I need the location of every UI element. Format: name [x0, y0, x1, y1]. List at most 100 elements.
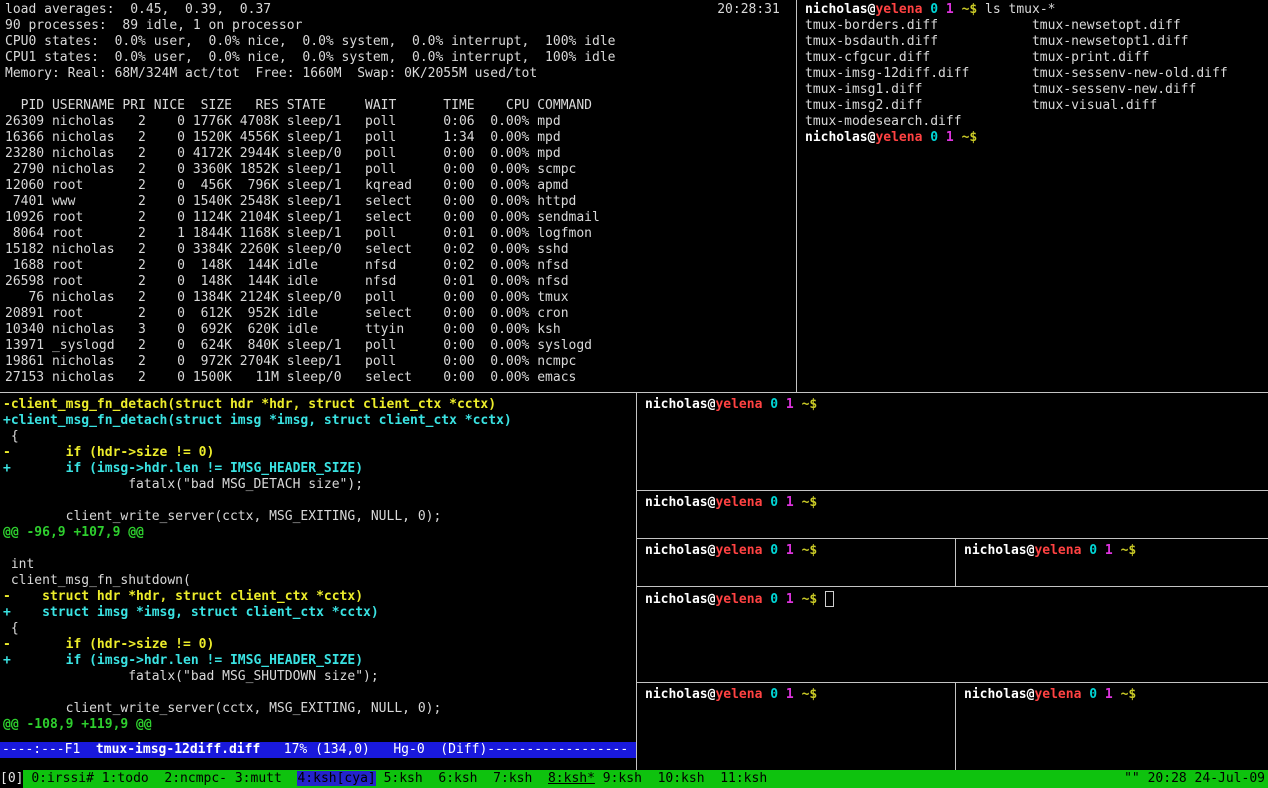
window-tab[interactable]: 10:ksh: [658, 771, 721, 786]
terminal-line: - if (hdr->size != 0): [3, 445, 636, 461]
text-run: [1097, 687, 1105, 702]
terminal-line: 1688 root 2 0 148K 144K idle nfsd 0:02 0…: [5, 258, 801, 274]
text-run: [794, 543, 802, 558]
terminal-line: 23280 nicholas 2 0 4172K 2944K sleep/0 p…: [5, 146, 801, 162]
window-tab[interactable]: 2:ncmpc-: [164, 771, 234, 786]
window-tab[interactable]: 3:mutt: [235, 771, 298, 786]
text-run: 23280 nicholas 2 0 4172K 2944K sleep/0 p…: [5, 146, 561, 161]
status-right-clock: "" 20:28 24-Jul-09: [1124, 770, 1268, 788]
window-tab[interactable]: 5:ksh: [384, 771, 439, 786]
text-run: 27153 nicholas 2 0 1500K 11M sleep/0 sel…: [5, 370, 576, 385]
text-run: -client_msg_fn_detach(struct hdr *hdr, s…: [3, 397, 496, 412]
text-run: ls tmux-*: [977, 2, 1055, 17]
text-run: nicholas@: [964, 543, 1034, 558]
text-run: nicholas@: [645, 543, 715, 558]
terminal-line: 13971 _syslogd 2 0 624K 840K sleep/1 pol…: [5, 338, 801, 354]
text-run: - if (hdr->size != 0): [3, 445, 214, 460]
terminal-line: - struct hdr *hdr, struct client_ctx *cc…: [3, 589, 636, 605]
text-run: 0: [770, 592, 778, 607]
text-run: 10926 root 2 0 1124K 2104K sleep/1 selec…: [5, 210, 600, 225]
terminal-line: 15182 nicholas 2 0 3384K 2260K sleep/0 s…: [5, 242, 801, 258]
text-run: 12060 root 2 0 456K 796K sleep/1 kqread …: [5, 178, 569, 193]
terminal-line: PID USERNAME PRI NICE SIZE RES STATE WAI…: [5, 98, 801, 114]
terminal-line: tmux-imsg-12diff.diff tmux-sessenv-new-o…: [805, 66, 1268, 82]
text-run: 15182 nicholas 2 0 3384K 2260K sleep/0 s…: [5, 242, 569, 257]
window-tab-current[interactable]: 8:ksh*: [548, 771, 595, 786]
text-run: 1: [786, 495, 794, 510]
text-run: 8064 root 2 1 1844K 1168K sleep/1 poll 0…: [5, 226, 592, 241]
text-run: - struct hdr *hdr, struct client_ctx *cc…: [3, 589, 363, 604]
tmux-status-bar: [0] 0:irssi# 1:todo 2:ncmpc- 3:mutt 4:ks…: [0, 770, 1268, 788]
shell-pane-ls[interactable]: nicholas@yelena 0 1 ~$ ls tmux-*tmux-bor…: [797, 0, 1268, 394]
window-tab[interactable]: 6:ksh: [438, 771, 493, 786]
terminal-line: {: [3, 621, 636, 637]
text-run: 1688 root 2 0 148K 144K idle nfsd 0:02 0…: [5, 258, 569, 273]
text-run: 0: [770, 495, 778, 510]
text-run: tmux-imsg2.diff tmux-visual.diff: [805, 98, 1157, 113]
window-tab[interactable]: 1:todo: [102, 771, 165, 786]
terminal-line: [3, 541, 636, 557]
window-tab[interactable]: 0:irssi#: [31, 771, 101, 786]
text-run: [954, 130, 962, 145]
shell-pane-3-right[interactable]: nicholas@yelena 0 1 ~$: [956, 539, 1268, 590]
terminal-line: - if (hdr->size != 0): [3, 637, 636, 653]
text-run: [1097, 543, 1105, 558]
text-run: [778, 543, 786, 558]
text-run: nicholas@: [645, 495, 715, 510]
terminal-line: 10340 nicholas 3 0 692K 620K idle ttyin …: [5, 322, 801, 338]
window-tab[interactable]: 7:ksh: [493, 771, 548, 786]
shell-pane-4-active[interactable]: nicholas@yelena 0 1 ~$: [637, 587, 1268, 686]
terminal-line: nicholas@yelena 0 1 ~$: [645, 687, 963, 703]
text-run: 0: [930, 130, 938, 145]
top-process-pane[interactable]: load averages: 0.45, 0.39, 0.37 20:28:31…: [0, 0, 801, 394]
shell-pane-2[interactable]: nicholas@yelena 0 1 ~$: [637, 491, 1268, 542]
terminal-line: tmux-imsg2.diff tmux-visual.diff: [805, 98, 1268, 114]
text-run: ~$: [962, 130, 978, 145]
text-run: 0: [770, 543, 778, 558]
emacs-pane[interactable]: -client_msg_fn_detach(struct hdr *hdr, s…: [0, 393, 636, 774]
text-run: 26598 root 2 0 148K 144K idle nfsd 0:01 …: [5, 274, 569, 289]
terminal-line: tmux-modesearch.diff: [805, 114, 1268, 130]
terminal-line: 19861 nicholas 2 0 972K 2704K sleep/1 po…: [5, 354, 801, 370]
text-run: ~$: [1121, 687, 1137, 702]
terminal-line: tmux-borders.diff tmux-newsetopt.diff: [805, 18, 1268, 34]
text-run: ~$: [802, 687, 818, 702]
text-run: yelena: [715, 687, 762, 702]
text-run: {: [3, 621, 19, 636]
terminal-line: [3, 685, 636, 701]
terminal-line: Memory: Real: 68M/324M act/tot Free: 166…: [5, 66, 801, 82]
text-run: 1: [1105, 687, 1113, 702]
window-tab[interactable]: 9:ksh: [603, 771, 658, 786]
terminal-line: + if (imsg->hdr.len != IMSG_HEADER_SIZE): [3, 653, 636, 669]
text-run: [778, 397, 786, 412]
shell-pane-1[interactable]: nicholas@yelena 0 1 ~$: [637, 393, 1268, 494]
emacs-modeline: ----:---F1 tmux-imsg-12diff.diff 17% (13…: [0, 742, 636, 758]
text-run: nicholas@: [805, 2, 875, 17]
text-run: - if (hdr->size != 0): [3, 637, 214, 652]
text-run: yelena: [715, 592, 762, 607]
shell-pane-3-left[interactable]: nicholas@yelena 0 1 ~$: [637, 539, 963, 590]
shell-pane-5-right[interactable]: nicholas@yelena 0 1 ~$: [956, 683, 1268, 774]
window-tab[interactable]: 11:ksh: [720, 771, 767, 786]
text-run: + if (imsg->hdr.len != IMSG_HEADER_SIZE): [3, 461, 363, 476]
text-run: tmux-cfgcur.diff tmux-print.diff: [805, 50, 1149, 65]
terminal-line: nicholas@yelena 0 1 ~$: [645, 591, 1268, 608]
text-run: 0: [770, 397, 778, 412]
text-run: 0: [930, 2, 938, 17]
terminal-line: tmux-bsdauth.diff tmux-newsetopt1.diff: [805, 34, 1268, 50]
text-run: yelena: [715, 543, 762, 558]
terminal-line: 26598 root 2 0 148K 144K idle nfsd 0:01 …: [5, 274, 801, 290]
text-run: nicholas@: [964, 687, 1034, 702]
window-tab[interactable]: 4:ksh[cya]: [297, 771, 375, 786]
terminal-line: 2790 nicholas 2 0 3360K 1852K sleep/1 po…: [5, 162, 801, 178]
session-indicator: [0]: [0, 770, 23, 788]
text-run: 0: [1089, 543, 1097, 558]
text-run: ~$: [1121, 543, 1137, 558]
shell-pane-5-left[interactable]: nicholas@yelena 0 1 ~$: [637, 683, 963, 774]
terminal-line: 76 nicholas 2 0 1384K 2124K sleep/0 poll…: [5, 290, 801, 306]
text-run: PID USERNAME PRI NICE SIZE RES STATE WAI…: [5, 98, 592, 113]
separator: [595, 771, 603, 786]
text-run: @@ -96,9 +107,9 @@: [3, 525, 144, 540]
text-run: + struct imsg *imsg, struct client_ctx *…: [3, 605, 379, 620]
text-run: 2790 nicholas 2 0 3360K 1852K sleep/1 po…: [5, 162, 576, 177]
